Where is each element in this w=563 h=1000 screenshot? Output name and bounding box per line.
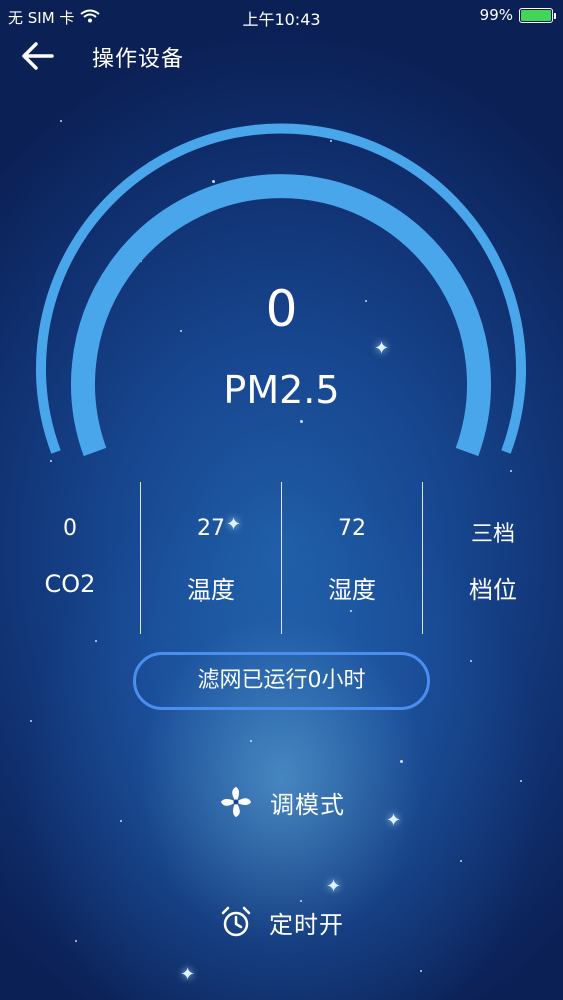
stat-fan-level: 三档 档位 — [423, 482, 563, 634]
stat-label: 档位 — [469, 576, 517, 604]
stat-value: 三档 — [470, 522, 515, 547]
back-button[interactable] — [20, 38, 60, 74]
stat-value: 27 — [197, 516, 225, 541]
pm25-label: PM2.5 — [223, 368, 340, 412]
stats-row: 0 CO2 27 温度 72 湿度 三档 档位 — [0, 482, 563, 634]
back-arrow-icon — [22, 42, 54, 70]
stat-label: 湿度 — [328, 576, 376, 604]
page-title: 操作设备 — [92, 47, 185, 72]
stat-value: 72 — [338, 516, 366, 541]
status-bar: 无 SIM 卡 上午10:43 99% — [0, 0, 563, 34]
stat-humidity: 72 湿度 — [282, 482, 422, 634]
battery-percent: 99% — [479, 6, 513, 24]
filter-runtime-badge: 滤网已运行0小时 — [133, 652, 430, 710]
alarm-clock-icon — [221, 906, 251, 937]
pm25-value: 0 — [265, 280, 298, 338]
stat-value: 0 — [63, 516, 77, 541]
battery-icon — [519, 7, 556, 23]
mode-button-label: 调模式 — [270, 790, 345, 819]
fan-icon — [221, 787, 251, 817]
mode-button[interactable]: 调模式 — [0, 778, 563, 826]
stat-label: 温度 — [187, 576, 235, 604]
stat-co2: 0 CO2 — [0, 482, 140, 634]
status-time: 上午10:43 — [242, 10, 321, 29]
timer-button[interactable]: 定时开 — [0, 898, 563, 946]
timer-button-label: 定时开 — [269, 910, 344, 939]
stat-label: CO2 — [44, 570, 96, 598]
stat-temperature: 27 温度 — [141, 482, 281, 634]
